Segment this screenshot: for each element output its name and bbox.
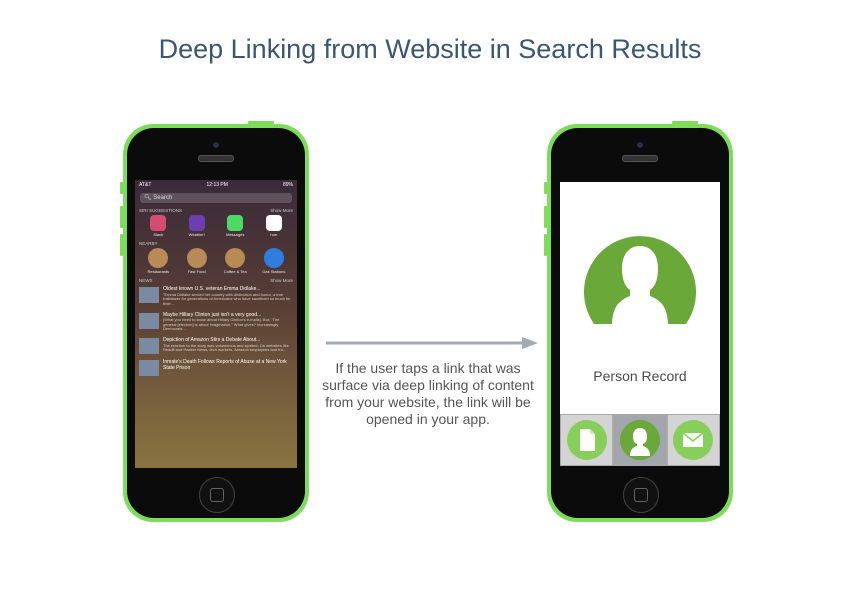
search-results-screen: AT&T 12:13 PM 89% 🔍︎ Search SIRI SUGGEST…	[135, 180, 297, 468]
person-avatar-icon	[584, 236, 696, 326]
caption: If the user taps a link that was surface…	[322, 360, 534, 427]
clock: 12:13 PM	[206, 182, 228, 188]
nearby-gas[interactable]: Gas Stations	[261, 248, 287, 274]
arrow	[326, 337, 538, 349]
burger-icon	[186, 248, 207, 268]
siri-suggestions-header: SIRI SUGGESTIONS Show More	[135, 205, 297, 214]
weather-icon	[188, 215, 205, 231]
nearby-label: Restaurants	[147, 269, 170, 274]
nearby-fast-food[interactable]: Fast Food	[184, 248, 210, 274]
app-label: Slack	[153, 232, 164, 237]
mute-switch	[544, 182, 547, 194]
camera	[213, 142, 219, 148]
volume-down-button	[120, 234, 123, 256]
tab-documents[interactable]	[560, 414, 614, 466]
siri-apps: Slack Weather! Messages hue	[135, 214, 297, 238]
app-weather[interactable]: Weather!	[184, 215, 210, 237]
news-thumbnail	[139, 360, 159, 377]
hue-icon	[265, 215, 282, 231]
nearby-label: Gas Stations	[262, 269, 286, 274]
app-messages[interactable]: Messages	[222, 215, 248, 237]
app-screen: Person Record	[560, 182, 720, 466]
app-label: Weather!	[188, 232, 205, 237]
app-hue[interactable]: hue	[261, 215, 287, 237]
news-snippet: The reaction to the story was voluminous…	[163, 342, 289, 353]
section-title: SIRI SUGGESTIONS	[139, 208, 183, 213]
status-bar: AT&T 12:13 PM 89%	[135, 180, 297, 191]
home-button[interactable]	[199, 477, 235, 513]
right-phone: Person Record	[544, 121, 733, 522]
news-thumbnail	[139, 312, 159, 329]
news-snippet: "Emma Didlake served her country with di…	[163, 291, 291, 306]
app-slack[interactable]: Slack	[145, 215, 171, 237]
speaker	[622, 155, 658, 162]
tab-person[interactable]	[613, 414, 667, 466]
arrow-head	[522, 337, 538, 349]
news-item[interactable]: Oldest known U.S. veteran Emma Didlake..…	[135, 284, 297, 310]
news-title: Inmate's Death Follows Reports of Abuse …	[163, 359, 287, 371]
section-title: NEWS	[139, 278, 153, 283]
show-more-link[interactable]: Show More	[270, 208, 293, 213]
app-label: Messages	[226, 232, 245, 237]
mail-icon	[673, 420, 714, 460]
nearby-list: Restaurants Fast Food Coffee & Tea Gas S…	[135, 247, 297, 275]
search-input[interactable]: 🔍︎ Search	[140, 193, 292, 203]
home-button[interactable]	[623, 477, 659, 513]
camera	[637, 142, 643, 148]
news-header: NEWS Show More	[135, 275, 297, 284]
power-button	[672, 121, 698, 124]
volume-up-button	[120, 206, 123, 228]
mute-switch	[120, 182, 123, 194]
nearby-restaurants[interactable]: Restaurants	[145, 248, 171, 274]
nearby-coffee[interactable]: Coffee & Tea	[222, 248, 248, 274]
carrier: AT&T	[139, 182, 152, 188]
volume-up-button	[544, 206, 547, 228]
messages-icon	[227, 215, 244, 231]
nearby-label: Coffee & Tea	[223, 269, 247, 274]
left-phone: AT&T 12:13 PM 89% 🔍︎ Search SIRI SUGGEST…	[120, 121, 309, 522]
nearby-label: Fast Food	[187, 269, 206, 274]
person-record-label: Person Record	[593, 368, 687, 384]
speaker	[198, 155, 234, 162]
tab-bar	[560, 414, 720, 466]
news-item[interactable]: Inmate's Death Follows Reports of Abuse …	[135, 357, 297, 379]
news-snippet: [What you need to know about Hillary Cli…	[163, 317, 280, 332]
page-title: Deep Linking from Website in Search Resu…	[158, 34, 702, 64]
person-icon	[619, 420, 660, 460]
search-placeholder: Search	[153, 195, 173, 201]
coffee-icon	[225, 248, 246, 268]
document-icon	[566, 420, 607, 460]
volume-down-button	[544, 234, 547, 256]
slack-icon	[150, 215, 167, 231]
show-more-link[interactable]: Show More	[270, 278, 293, 283]
news-item[interactable]: Depiction of Amazon Stirs a Debate About…	[135, 335, 297, 357]
news-item[interactable]: Maybe Hillary Clinton just isn't a very …	[135, 310, 297, 336]
app-label: hue	[270, 232, 278, 237]
news-thumbnail	[139, 338, 159, 355]
tab-mail[interactable]	[666, 414, 720, 466]
nearby-header: NEARBY	[135, 238, 297, 247]
section-title: NEARBY	[139, 241, 158, 246]
news-thumbnail	[139, 287, 159, 303]
fork-knife-icon	[148, 248, 169, 268]
search-icon: 🔍︎	[144, 195, 152, 201]
gas-pump-icon	[263, 248, 284, 268]
power-button	[248, 121, 274, 124]
battery: 89%	[282, 182, 293, 188]
